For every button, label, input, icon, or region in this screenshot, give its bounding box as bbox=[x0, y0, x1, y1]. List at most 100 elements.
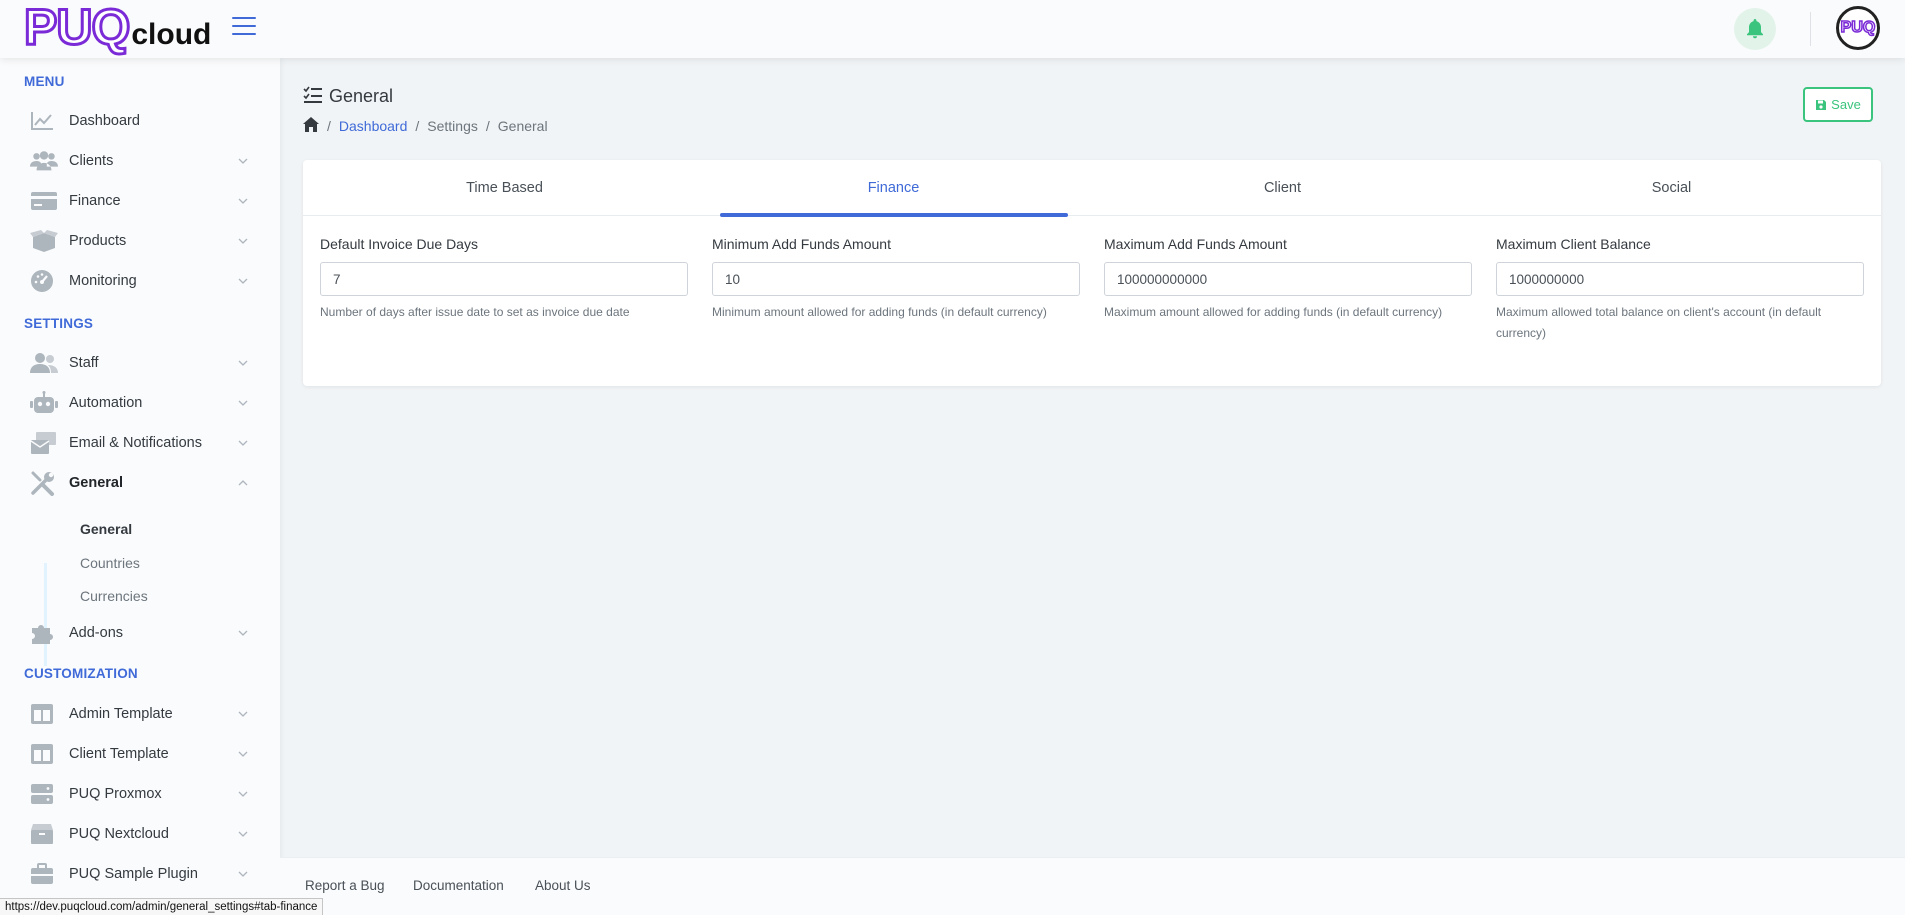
breadcrumb-dashboard[interactable]: Dashboard bbox=[339, 118, 408, 134]
sidebar-item-label: General bbox=[69, 475, 123, 491]
field-help-text: Minimum amount allowed for adding funds … bbox=[712, 305, 1047, 319]
chevron-down-icon bbox=[238, 630, 248, 636]
user-group-icon bbox=[30, 351, 58, 375]
chevron-down-icon bbox=[238, 791, 248, 797]
footer-link-report-bug[interactable]: Report a Bug bbox=[305, 878, 385, 893]
sidebar-item-dashboard[interactable]: Dashboard bbox=[30, 106, 248, 136]
settings-card: Time Based Finance Client Social Default… bbox=[303, 160, 1881, 386]
sidebar-item-monitoring[interactable]: Monitoring bbox=[30, 266, 248, 296]
submenu-item-general[interactable]: General bbox=[80, 521, 132, 537]
sidebar-item-puq-nextcloud[interactable]: PUQ Nextcloud bbox=[30, 819, 248, 849]
breadcrumb-separator: / bbox=[327, 118, 331, 134]
sidebar-heading-settings: SETTINGS bbox=[24, 316, 94, 331]
tab-social[interactable]: Social bbox=[1470, 160, 1873, 216]
field-default-invoice-due-days: Default Invoice Due Days Number of days … bbox=[320, 236, 688, 323]
breadcrumb-current: General bbox=[497, 118, 548, 134]
sidebar-item-label: PUQ Nextcloud bbox=[69, 826, 169, 842]
sidebar-item-label: PUQ Sample Plugin bbox=[69, 866, 198, 882]
page-footer: Report a Bug Documentation About Us bbox=[280, 857, 1905, 915]
save-button[interactable]: Save bbox=[1803, 87, 1873, 122]
notifications-bell-icon[interactable] bbox=[1734, 8, 1776, 50]
home-icon[interactable] bbox=[303, 117, 319, 135]
sidebar-item-label: Clients bbox=[69, 153, 114, 169]
logo-main-text: PUQ bbox=[22, 0, 131, 55]
sidebar-item-addons[interactable]: Add-ons bbox=[30, 618, 248, 648]
browser-status-url: https://dev.puqcloud.com/admin/general_s… bbox=[0, 898, 324, 915]
briefcase-icon bbox=[30, 862, 58, 886]
sidebar-item-label: Add-ons bbox=[69, 625, 124, 641]
sidebar-item-client-template[interactable]: Client Template bbox=[30, 739, 248, 769]
sidebar-item-automation[interactable]: Automation bbox=[30, 388, 248, 418]
sidebar-item-label: Finance bbox=[69, 193, 121, 209]
field-help-text: Number of days after issue date to set a… bbox=[320, 305, 630, 319]
user-avatar[interactable]: PUQ bbox=[1836, 6, 1880, 50]
sidebar-item-label: Automation bbox=[69, 395, 143, 411]
due-days-input[interactable] bbox=[320, 262, 688, 296]
submenu-indicator-line bbox=[44, 563, 47, 666]
header-divider bbox=[1810, 12, 1811, 46]
field-minimum-add-funds: Minimum Add Funds Amount Minimum amount … bbox=[712, 236, 1080, 323]
sidebar-item-clients[interactable]: Clients bbox=[30, 146, 248, 176]
tab-time-based[interactable]: Time Based bbox=[303, 160, 706, 216]
field-label: Default Invoice Due Days bbox=[320, 236, 478, 252]
chevron-up-icon bbox=[238, 480, 248, 486]
breadcrumb-separator: / bbox=[485, 118, 490, 134]
sidebar-item-puq-proxmox[interactable]: PUQ Proxmox bbox=[30, 779, 248, 809]
field-maximum-add-funds: Maximum Add Funds Amount Maximum amount … bbox=[1104, 236, 1472, 323]
max-funds-input[interactable] bbox=[1104, 262, 1472, 296]
sidebar-heading-menu: MENU bbox=[24, 74, 65, 89]
users-icon bbox=[30, 149, 58, 173]
field-label: Maximum Add Funds Amount bbox=[1104, 236, 1287, 252]
hamburger-menu-icon[interactable] bbox=[232, 17, 256, 35]
sidebar-item-email-notifications[interactable]: Email & Notifications bbox=[30, 428, 248, 458]
chevron-down-icon bbox=[238, 751, 248, 757]
submenu-item-countries[interactable]: Countries bbox=[80, 555, 140, 571]
sidebar-item-finance[interactable]: Finance bbox=[30, 186, 248, 216]
sidebar-item-general[interactable]: General bbox=[30, 468, 248, 498]
settings-tabs: Time Based Finance Client Social bbox=[303, 160, 1881, 217]
credit-card-icon bbox=[30, 189, 58, 213]
chevron-down-icon bbox=[238, 711, 248, 717]
sidebar-heading-customization: CUSTOMIZATION bbox=[24, 666, 138, 681]
field-help-text: Maximum amount allowed for adding funds … bbox=[1104, 305, 1443, 319]
tab-client[interactable]: Client bbox=[1081, 160, 1484, 216]
save-button-label: Save bbox=[1831, 97, 1861, 112]
max-balance-input[interactable] bbox=[1496, 262, 1864, 296]
box-open-icon bbox=[30, 229, 58, 253]
field-label: Maximum Client Balance bbox=[1496, 236, 1651, 252]
breadcrumb-separator: / bbox=[415, 118, 420, 134]
sidebar-item-label: Admin Template bbox=[69, 706, 173, 722]
layout-icon bbox=[30, 702, 58, 726]
chevron-down-icon bbox=[238, 158, 248, 164]
sidebar-item-staff[interactable]: Staff bbox=[30, 348, 248, 378]
app-logo[interactable]: PUQ cloud bbox=[22, 0, 212, 55]
robot-icon bbox=[30, 391, 58, 415]
sidebar-item-label: Email & Notifications bbox=[69, 435, 202, 451]
gauge-icon bbox=[30, 269, 58, 293]
sidebar-item-admin-template[interactable]: Admin Template bbox=[30, 699, 248, 729]
sidebar-item-label: Dashboard bbox=[69, 113, 140, 129]
chevron-down-icon bbox=[238, 238, 248, 244]
footer-link-about[interactable]: About Us bbox=[535, 878, 591, 893]
sidebar-item-products[interactable]: Products bbox=[30, 226, 248, 256]
page-title: General bbox=[329, 86, 394, 106]
tab-finance[interactable]: Finance bbox=[692, 160, 1095, 216]
chevron-down-icon bbox=[238, 440, 248, 446]
chart-line-icon bbox=[30, 109, 58, 133]
sidebar-item-puq-sample-plugin[interactable]: PUQ Sample Plugin bbox=[30, 859, 248, 889]
footer-link-documentation[interactable]: Documentation bbox=[413, 878, 504, 893]
chevron-down-icon bbox=[238, 831, 248, 837]
layout-icon bbox=[30, 742, 58, 766]
sidebar-item-label: Monitoring bbox=[69, 273, 137, 289]
breadcrumb: / Dashboard / Settings / General bbox=[303, 117, 548, 135]
sidebar-item-label: Staff bbox=[69, 355, 99, 371]
chevron-down-icon bbox=[238, 278, 248, 284]
min-funds-input[interactable] bbox=[712, 262, 1080, 296]
sidebar-item-label: PUQ Proxmox bbox=[69, 786, 162, 802]
logo-sub-text: cloud bbox=[131, 18, 212, 51]
field-label: Minimum Add Funds Amount bbox=[712, 236, 891, 252]
puzzle-piece-icon bbox=[30, 621, 58, 645]
submenu-item-currencies[interactable]: Currencies bbox=[80, 588, 148, 604]
field-maximum-client-balance: Maximum Client Balance Maximum allowed t… bbox=[1496, 236, 1864, 344]
server-icon bbox=[30, 782, 58, 806]
